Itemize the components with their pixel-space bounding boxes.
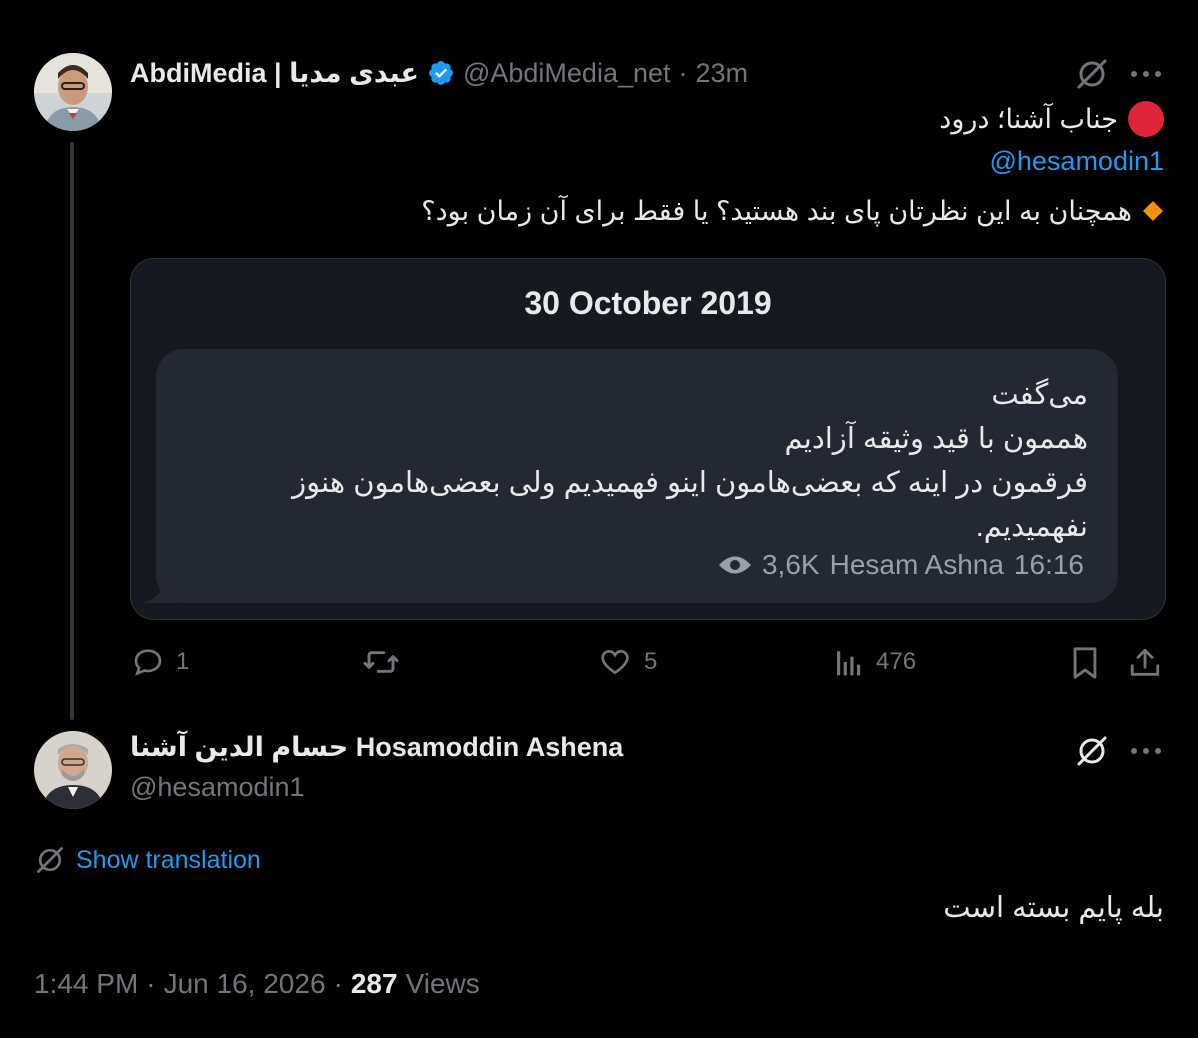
translate-icon [37, 847, 63, 873]
tweet-line-question: همچنان به این نظرتان پای بند هستید؟ یا ف… [421, 192, 1164, 230]
greeting-text: جناب آشنا؛ درود [939, 103, 1118, 134]
views-chart-icon [837, 651, 861, 676]
views-count: 476 [876, 648, 917, 675]
message-line: نفهمیدیم. [975, 511, 1088, 543]
share-icon [1130, 648, 1160, 676]
reply-views-label: Views [405, 968, 480, 999]
heart-icon [601, 649, 629, 675]
reply-icon [134, 649, 162, 676]
tweet-header: AbdiMedia | عبدی مدیا @AbdiMedia_net · 2… [130, 56, 748, 90]
separator-dot: · [146, 968, 156, 999]
message-views: 3,6K [761, 549, 820, 580]
message-bubble: می‌گفت هممون با قید وثیقه آزادیم فرقمون … [156, 349, 1118, 603]
message-meta: 3,6K Hesam Ashna 16:16 [718, 549, 1084, 581]
thread-connector-line [70, 142, 74, 720]
separator-dot: · [678, 57, 688, 88]
eye-icon [718, 554, 752, 576]
reply-count: 1 [176, 648, 190, 675]
message-line: هممون با قید وثیقه آزادیم [784, 423, 1088, 455]
share-button[interactable] [1128, 646, 1162, 680]
card-date: 30 October 2019 [524, 285, 772, 321]
verified-badge-icon [427, 59, 455, 87]
author-avatar[interactable] [34, 53, 112, 131]
reply-button[interactable]: 1 [132, 646, 189, 678]
show-translation-link[interactable]: Show translation [34, 844, 261, 876]
bookmark-icon [1073, 647, 1097, 679]
reply-author-avatar[interactable] [34, 731, 112, 809]
author-handle[interactable]: @AbdiMedia_net [463, 58, 671, 89]
like-button[interactable]: 5 [598, 646, 657, 678]
reply-meta: 1:44 PM · Jun 16, 2026 · 287 Views [34, 968, 480, 1000]
orange-diamond-icon [1142, 200, 1164, 222]
reply-more-options-icon[interactable] [1130, 747, 1162, 755]
reply-text: بله پایم بسته است [943, 892, 1164, 924]
message-time: 16:16 [1013, 549, 1084, 580]
media-card[interactable]: 30 October 2019 می‌گفت هممون با قید وثیق… [130, 258, 1166, 620]
like-count: 5 [644, 648, 658, 675]
mention-link[interactable]: @hesamodin1 [989, 146, 1164, 177]
tweet-line-greeting: جناب آشنا؛ درود [939, 100, 1164, 138]
reply-grok-icon[interactable] [1074, 733, 1110, 769]
message-sender: Hesam Ashna [829, 549, 1004, 580]
bookmark-button[interactable] [1070, 646, 1100, 680]
repost-button[interactable] [362, 646, 412, 678]
grok-icon[interactable] [1074, 56, 1110, 92]
reply-date[interactable]: Jun 16, 2026 [164, 968, 326, 1000]
show-translation-label[interactable]: Show translation [76, 846, 261, 875]
reply-author-name[interactable]: حسام الدین آشنا Hosamoddin Ashena [130, 732, 623, 763]
author-name[interactable]: AbdiMedia | عبدی مدیا [130, 58, 419, 89]
separator-dot: · [333, 968, 343, 999]
reply-views-count: 287 [350, 968, 398, 999]
question-text: همچنان به این نظرتان پای بند هستید؟ یا ف… [421, 195, 1132, 226]
repost-icon [363, 651, 399, 673]
more-options-icon[interactable] [1130, 70, 1162, 78]
message-line: فرقمون در اینه که بعضی‌هامون اینو فهمیدی… [292, 467, 1088, 499]
message-line: می‌گفت [991, 379, 1088, 411]
reply-time[interactable]: 1:44 PM [34, 968, 138, 1000]
reply-author-handle[interactable]: @hesamodin1 [130, 772, 305, 803]
red-circle-icon [1128, 101, 1164, 137]
tweet-timestamp[interactable]: 23m [696, 58, 749, 89]
message-text: می‌گفت هممون با قید وثیقه آزادیم فرقمون … [168, 373, 1088, 549]
views-button[interactable]: 476 [834, 646, 916, 678]
